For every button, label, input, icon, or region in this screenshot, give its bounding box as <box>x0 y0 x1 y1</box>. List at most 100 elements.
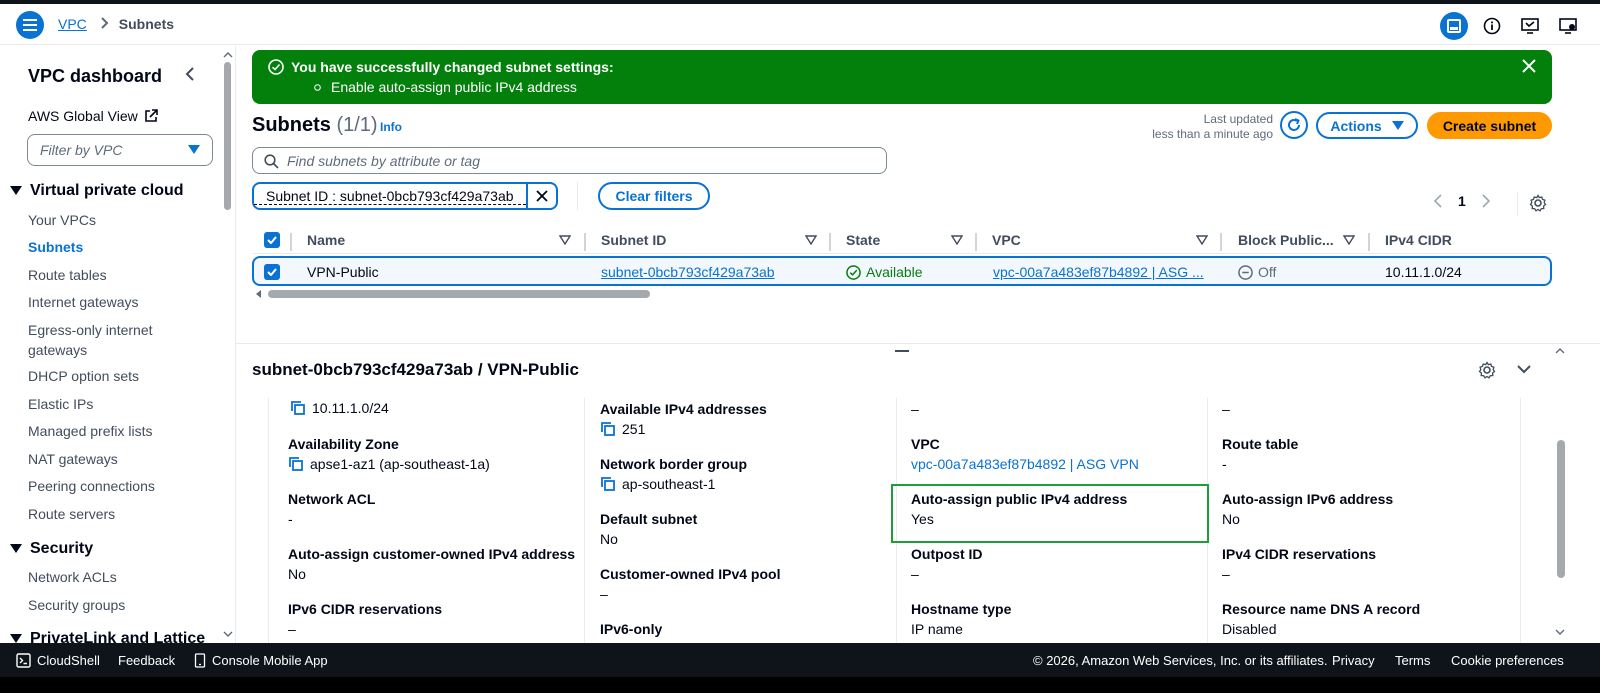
column-header-state[interactable]: State <box>846 232 880 248</box>
sidebar-item-subnets[interactable]: Subnets <box>28 237 218 257</box>
sidebar-item-security-groups[interactable]: Security groups <box>28 595 218 615</box>
copy-icon[interactable] <box>600 421 616 437</box>
column-header-subnet-id[interactable]: Subnet ID <box>601 232 666 248</box>
sidebar-item-egress-only[interactable]: Egress-only internet gateways <box>28 320 178 360</box>
sort-icon[interactable] <box>805 235 817 245</box>
info-icon[interactable] <box>1478 12 1506 40</box>
sidebar-item-peering[interactable]: Peering connections <box>28 476 218 496</box>
split-panel-icon[interactable] <box>1440 12 1468 40</box>
detail-ipv4-reservations: IPv4 CIDR reservations – <box>1222 544 1376 584</box>
sidebar-item-route-servers[interactable]: Route servers <box>28 504 218 524</box>
sidebar-title[interactable]: VPC dashboard <box>28 66 162 87</box>
detail-value: No <box>600 531 618 547</box>
detail-label: Outpost ID <box>911 546 983 562</box>
mobile-app-link[interactable]: Console Mobile App <box>194 653 328 668</box>
caret-down-icon <box>10 634 22 643</box>
column-header-name[interactable]: Name <box>307 232 345 248</box>
detail-title: subnet-0bcb793cf429a73ab / VPN-Public <box>252 360 579 379</box>
notifications-icon[interactable] <box>1554 12 1582 40</box>
sidebar-item-dhcp[interactable]: DHCP option sets <box>28 366 218 386</box>
clear-filters-button[interactable]: Clear filters <box>598 182 710 210</box>
detail-value: – <box>1222 566 1230 582</box>
sidebar-item-network-acls[interactable]: Network ACLs <box>28 567 218 587</box>
chevron-right-icon[interactable] <box>1482 194 1490 208</box>
detail-value: No <box>1222 511 1240 527</box>
scroll-up-icon[interactable] <box>1555 348 1565 354</box>
scroll-up-icon[interactable] <box>223 52 233 58</box>
sort-icon[interactable] <box>559 235 571 245</box>
sidebar-item-your-vpcs[interactable]: Your VPCs <box>28 210 218 230</box>
divider <box>577 182 578 210</box>
sidebar-item-nat-gateways[interactable]: NAT gateways <box>28 449 218 469</box>
caret-down-icon <box>1391 120 1404 130</box>
success-icon <box>846 264 861 280</box>
vpc-link[interactable]: vpc-00a7a483ef87b4892 | ASG VPN <box>911 454 1139 474</box>
last-updated-label: Last updated <box>1203 112 1273 126</box>
breadcrumb-vpc-link[interactable]: VPC <box>58 16 87 32</box>
scroll-down-icon[interactable] <box>223 631 233 637</box>
sidebar-item-prefix-lists[interactable]: Managed prefix lists <box>28 421 218 441</box>
sort-icon[interactable] <box>1196 235 1208 245</box>
page-number[interactable]: 1 <box>1458 193 1466 209</box>
table-row[interactable]: VPN-Public subnet-0bcb793cf429a73ab Avai… <box>252 256 1552 286</box>
terms-link[interactable]: Terms <box>1395 653 1430 668</box>
actions-button[interactable]: Actions <box>1316 112 1418 139</box>
flash-title: You have successfully changed subnet set… <box>291 59 614 75</box>
sidebar-item-internet-gateways[interactable]: Internet gateways <box>28 292 218 312</box>
footer: CloudShell Feedback Console Mobile App ©… <box>0 643 1600 677</box>
sidebar-scrollbar[interactable] <box>224 62 231 210</box>
close-icon <box>536 190 548 202</box>
detail-value: Disabled <box>1222 621 1277 637</box>
cookie-preferences-link[interactable]: Cookie preferences <box>1451 653 1564 668</box>
sidebar-item-elastic-ips[interactable]: Elastic IPs <box>28 394 218 414</box>
gear-icon[interactable] <box>1478 361 1496 379</box>
feedback-link[interactable]: Feedback <box>118 653 175 668</box>
sort-icon[interactable] <box>1343 235 1355 245</box>
gear-icon[interactable] <box>1529 194 1547 212</box>
refresh-icon <box>1288 118 1300 131</box>
sidebar-item-route-tables[interactable]: Route tables <box>28 265 218 285</box>
copy-icon[interactable] <box>290 400 306 416</box>
available-value: 251 <box>622 421 646 437</box>
chevron-left-icon[interactable] <box>184 66 196 85</box>
filter-token[interactable]: Subnet ID : subnet-0bcb793cf429a73ab <box>252 182 558 210</box>
copy-icon[interactable] <box>288 456 304 472</box>
create-subnet-button[interactable]: Create subnet <box>1427 112 1552 139</box>
details-scrollbar[interactable] <box>1557 440 1565 578</box>
cloudshell-button[interactable]: CloudShell <box>16 653 100 668</box>
detail-label: IPv6 CIDR reservations <box>288 601 443 617</box>
scroll-left-icon[interactable] <box>256 290 262 298</box>
section-privatelink[interactable]: PrivateLink and Lattice <box>10 630 205 643</box>
hamburger-icon <box>23 19 37 31</box>
remove-filter-button[interactable] <box>526 182 556 210</box>
resize-handle[interactable] <box>895 350 909 352</box>
detail-ipv6-only: IPv6-only <box>600 619 662 639</box>
vpc-filter-select[interactable]: Filter by VPC <box>27 134 213 166</box>
subnet-id-link[interactable]: subnet-0bcb793cf429a73ab <box>601 264 775 280</box>
menu-button[interactable] <box>16 11 44 39</box>
table-horizontal-scrollbar[interactable] <box>268 290 650 298</box>
scroll-down-icon[interactable] <box>1555 629 1565 635</box>
detail-label: Default subnet <box>600 511 698 527</box>
row-checkbox[interactable] <box>264 264 280 280</box>
close-icon[interactable] <box>1522 59 1536 73</box>
info-link[interactable]: Info <box>380 120 402 134</box>
column-header-vpc[interactable]: VPC <box>992 232 1021 248</box>
search-input[interactable]: Find subnets by attribute or tag <box>252 147 887 174</box>
privacy-link[interactable]: Privacy <box>1332 653 1375 668</box>
chevron-down-icon[interactable] <box>1516 363 1532 375</box>
split-panel-border <box>236 343 1600 344</box>
vpc-link[interactable]: vpc-00a7a483ef87b4892 | ASG ... <box>993 264 1204 280</box>
tutorial-icon[interactable] <box>1516 12 1544 40</box>
section-virtual-private-cloud[interactable]: Virtual private cloud <box>10 182 184 200</box>
chevron-left-icon[interactable] <box>1434 194 1442 208</box>
sort-icon[interactable] <box>951 235 963 245</box>
select-all-checkbox[interactable] <box>264 232 280 248</box>
sidebar-item-global-view[interactable]: AWS Global View <box>28 108 158 124</box>
copy-icon[interactable] <box>600 476 616 492</box>
column-header-ipv4-cidr[interactable]: IPv4 CIDR <box>1385 232 1452 248</box>
refresh-button[interactable] <box>1280 111 1308 139</box>
last-updated: Last updated less than a minute ago <box>1120 112 1273 142</box>
column-header-block-public[interactable]: Block Public... <box>1238 232 1334 248</box>
section-security[interactable]: Security <box>10 540 93 558</box>
